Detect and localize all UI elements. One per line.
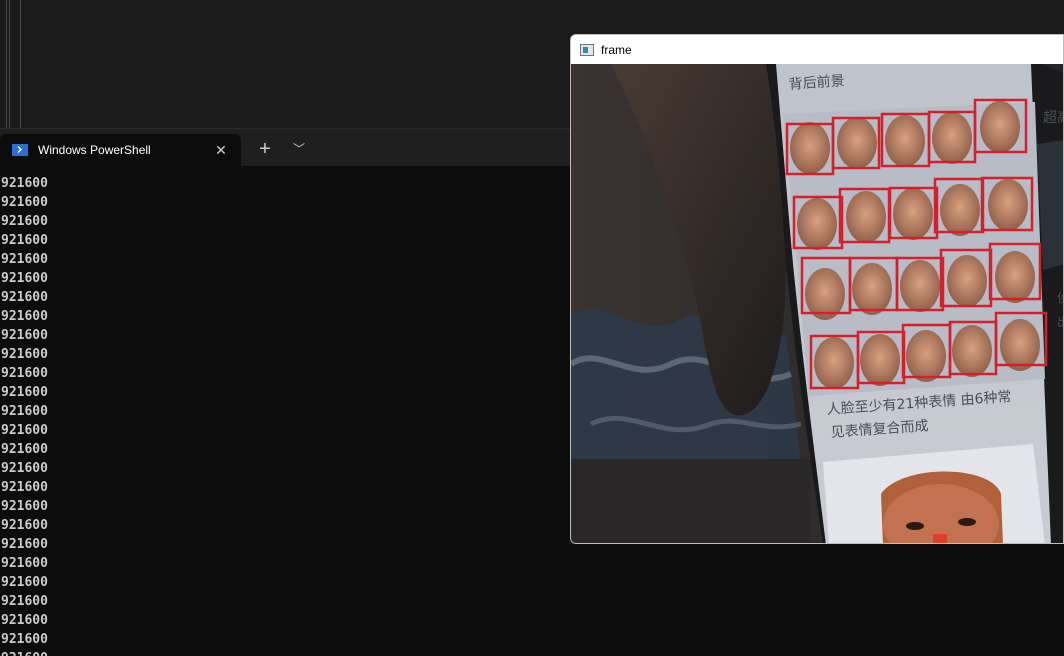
output-line: 921600 xyxy=(1,347,48,362)
output-line: 921600 xyxy=(1,575,48,590)
camera-frame: 背后前景 超高 侦 出 人脸至少有21种表情 由6种常 见表情复合而成 xyxy=(571,64,1064,543)
tab-title: Windows PowerShell xyxy=(38,143,151,157)
output-line: 921600 xyxy=(1,518,48,533)
output-line: 921600 xyxy=(1,537,48,552)
output-line: 921600 xyxy=(1,328,48,343)
output-line: 921600 xyxy=(1,366,48,381)
scene-text: 超高 xyxy=(1043,109,1064,126)
output-line: 921600 xyxy=(1,480,48,495)
output-line: 921600 xyxy=(1,214,48,229)
output-line: 921600 xyxy=(1,442,48,457)
frame-window[interactable]: frame 背后前景 超 人脸至少有21种表情 由6种常 见表情复合而成 xyxy=(570,34,1064,544)
output-line: 921600 xyxy=(1,649,48,656)
chevron-down-icon[interactable]: ﹀ xyxy=(288,138,310,160)
frame-titlebar[interactable]: frame xyxy=(571,35,1063,64)
scene-text: 出 xyxy=(1057,315,1064,329)
camera-image: 背后前景 超高 侦 出 人脸至少有21种表情 由6种常 见表情复合而成 xyxy=(571,64,1064,543)
output-line: 921600 xyxy=(1,404,48,419)
output-line: 921600 xyxy=(1,385,48,400)
output-line: 921600 xyxy=(1,632,48,647)
tab-powershell[interactable]: Windows PowerShell ✕ xyxy=(0,134,241,166)
editor-divider xyxy=(9,0,10,128)
output-line: 921600 xyxy=(1,556,48,571)
output-line: 921600 xyxy=(1,613,48,628)
frame-title: frame xyxy=(601,42,632,57)
scene-text: 侦 xyxy=(1057,291,1064,305)
plus-icon[interactable]: + xyxy=(254,138,276,160)
output-line: 921600 xyxy=(1,195,48,210)
opencv-window-icon xyxy=(580,43,594,56)
output-line: 921600 xyxy=(1,309,48,324)
powershell-icon xyxy=(12,144,28,156)
output-line: 921600 xyxy=(1,290,48,305)
desktop: Windows PowerShell ✕ + ﹀ 921600 921600 921… xyxy=(0,0,1064,656)
editor-divider xyxy=(20,0,21,128)
output-line: 921600 xyxy=(1,423,48,438)
editor-divider xyxy=(6,0,7,128)
output-line: 921600 xyxy=(1,461,48,476)
output-line: 921600 xyxy=(1,233,48,248)
close-icon[interactable]: ✕ xyxy=(211,140,231,160)
terminal-output: 921600 921600 921600 921600 921600 921600 9216… xyxy=(1,174,48,656)
output-line: 921600 xyxy=(1,176,48,191)
output-line: 921600 xyxy=(1,594,48,609)
output-line: 921600 xyxy=(1,271,48,286)
output-line: 921600 xyxy=(1,252,48,267)
output-line: 921600 xyxy=(1,499,48,514)
